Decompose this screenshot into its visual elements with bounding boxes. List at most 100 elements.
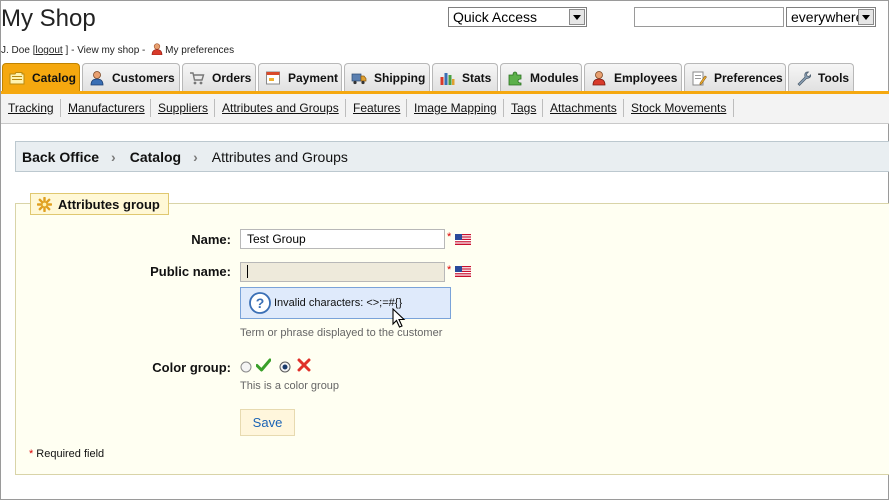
tab-label: Shipping	[374, 71, 426, 85]
subnav-attachments[interactable]: Attachments	[550, 101, 617, 115]
document-pencil-icon	[692, 71, 707, 86]
user-name: J. Doe	[1, 45, 30, 56]
employee-icon	[592, 71, 606, 86]
name-input[interactable]: Test Group	[240, 229, 445, 249]
user-line: J. Doe [logout ] - View my shop - My pre…	[1, 43, 234, 56]
subnav-divider	[542, 99, 543, 117]
cart-icon	[190, 72, 205, 85]
separator: -	[142, 45, 146, 56]
tab-stats[interactable]: Stats	[432, 63, 498, 92]
us-flag-icon[interactable]	[455, 266, 471, 277]
breadcrumb-catalog[interactable]: Catalog	[130, 149, 181, 165]
color-group-yes-radio[interactable]	[240, 361, 252, 373]
payment-icon	[266, 71, 280, 85]
us-flag-icon[interactable]	[455, 234, 471, 245]
my-preferences-link[interactable]: My preferences	[165, 45, 234, 56]
subnav-manufacturers[interactable]: Manufacturers	[68, 101, 145, 115]
tab-label: Customers	[112, 71, 175, 85]
save-button[interactable]: Save	[240, 409, 295, 436]
wrench-icon	[797, 71, 811, 86]
subnav-attributes-and-groups[interactable]: Attributes and Groups	[222, 101, 339, 115]
chevron-down-icon	[858, 9, 874, 25]
subnav-features[interactable]: Features	[353, 101, 400, 115]
subnav-divider	[406, 99, 407, 117]
breadcrumb-back-office[interactable]: Back Office	[22, 149, 99, 165]
subnav-divider	[503, 99, 504, 117]
required-star: *	[447, 231, 452, 243]
tab-label: Preferences	[714, 71, 783, 85]
folder-icon	[9, 72, 25, 85]
color-group-label: Color group:	[152, 360, 231, 375]
hint-text: Invalid characters: <>;=#{}	[274, 297, 403, 309]
help-icon: ?	[249, 292, 271, 314]
quick-access-value: Quick Access	[453, 9, 538, 25]
required-field-text: Required field	[36, 448, 105, 460]
subnav-divider	[60, 99, 61, 117]
required-star: *	[447, 264, 452, 276]
subnav-divider	[214, 99, 215, 117]
bar-chart-icon	[440, 73, 455, 85]
tab-employees[interactable]: Employees	[584, 63, 682, 92]
color-group-no-radio[interactable]	[279, 361, 291, 373]
logout-link[interactable]: logout	[35, 45, 62, 56]
required-star: *	[29, 448, 34, 460]
chevron-right-icon: ›	[111, 148, 116, 165]
required-field-note: * Required field	[29, 448, 104, 460]
public-name-input[interactable]	[240, 262, 445, 282]
tab-label: Stats	[462, 71, 492, 85]
chevron-right-icon: ›	[193, 148, 198, 165]
asterisk-icon	[37, 196, 52, 212]
subnav-divider	[733, 99, 734, 117]
tab-orders[interactable]: Orders	[182, 63, 256, 92]
fieldset-legend: Attributes group	[30, 193, 169, 215]
color-group-help: This is a color group	[240, 380, 340, 392]
puzzle-icon	[508, 71, 522, 86]
invalid-characters-hint: ? Invalid characters: <>;=#{}	[240, 287, 451, 319]
public-name-help: Term or phrase displayed to the customer	[240, 327, 443, 339]
tab-label: Employees	[614, 71, 678, 85]
breadcrumb: Back Office › Catalog › Attributes and G…	[15, 141, 889, 172]
tab-label: Tools	[818, 71, 850, 85]
tab-tools[interactable]: Tools	[788, 63, 854, 92]
svg-text:?: ?	[256, 295, 265, 311]
search-input[interactable]	[634, 7, 784, 27]
truck-icon	[351, 73, 367, 85]
subnav-image-mapping[interactable]: Image Mapping	[414, 101, 497, 115]
legend-title: Attributes group	[58, 196, 160, 212]
chevron-down-icon	[569, 9, 585, 25]
quick-access-select[interactable]: Quick Access	[448, 7, 587, 27]
breadcrumb-current: Attributes and Groups	[211, 148, 348, 165]
user-icon	[151, 43, 163, 55]
subnav-divider	[623, 99, 624, 117]
close-icon[interactable]	[297, 358, 311, 372]
check-icon[interactable]	[256, 358, 271, 372]
subnav-tags[interactable]: Tags	[511, 101, 536, 115]
catalog-subnav: Tracking Manufacturers Suppliers Attribu…	[1, 94, 889, 124]
search-scope-select[interactable]: everywhere	[786, 7, 876, 27]
subnav-suppliers[interactable]: Suppliers	[158, 101, 208, 115]
tab-shipping[interactable]: Shipping	[344, 63, 430, 92]
tab-preferences[interactable]: Preferences	[684, 63, 786, 92]
tab-payment[interactable]: Payment	[258, 63, 342, 92]
main-tabs: Catalog Customers Orders Payment Shippin…	[1, 63, 889, 92]
tab-catalog[interactable]: Catalog	[2, 63, 80, 92]
tab-label: Orders	[212, 71, 252, 85]
tab-label: Payment	[288, 71, 339, 85]
tab-label: Modules	[530, 71, 579, 85]
subnav-stock-movements[interactable]: Stock Movements	[631, 101, 726, 115]
person-icon	[90, 71, 104, 86]
tab-customers[interactable]: Customers	[82, 63, 180, 92]
public-name-label: Public name:	[150, 264, 231, 279]
subnav-tracking[interactable]: Tracking	[8, 101, 54, 115]
text-caret	[247, 265, 248, 278]
tab-modules[interactable]: Modules	[500, 63, 582, 92]
subnav-divider	[345, 99, 346, 117]
view-shop-link[interactable]: View my shop	[77, 45, 139, 56]
search-scope-value: everywhere	[791, 9, 864, 25]
tab-label: Catalog	[32, 71, 77, 85]
name-label: Name:	[191, 232, 231, 247]
shop-title: My Shop	[1, 5, 96, 32]
subnav-divider	[150, 99, 151, 117]
separator: -	[71, 45, 75, 56]
bracket-close: ]	[65, 45, 69, 56]
